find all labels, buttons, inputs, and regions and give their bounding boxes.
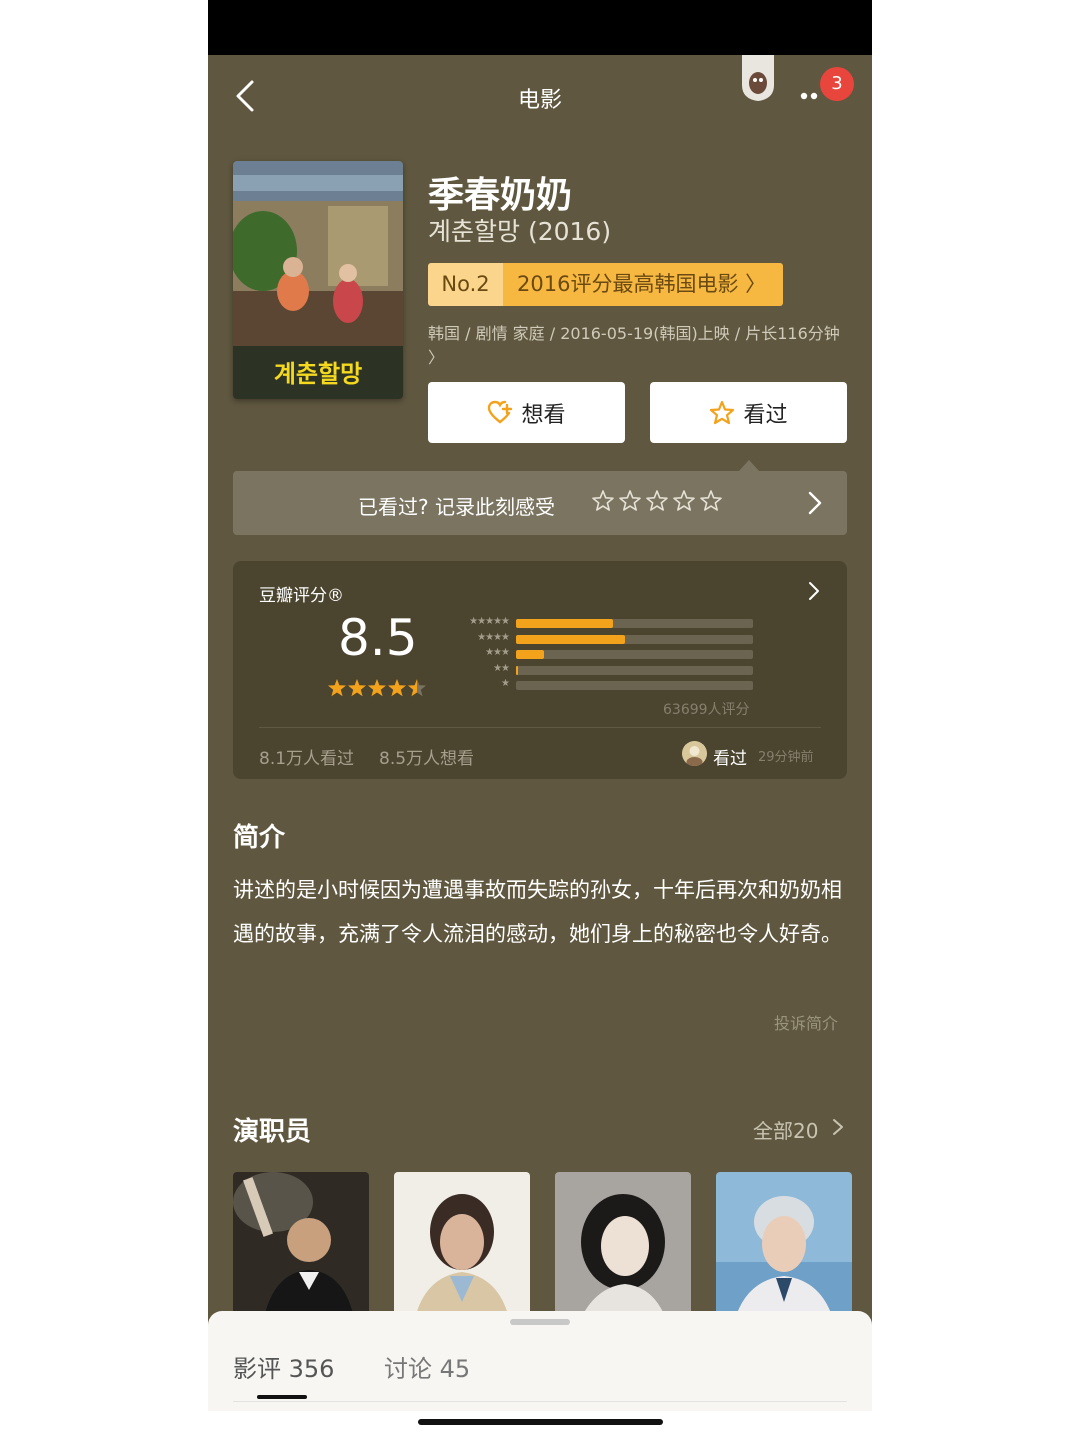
distribution-bar-track (516, 634, 753, 644)
cast-member-photo[interactable] (233, 1172, 369, 1322)
cast-member-photo[interactable] (555, 1172, 691, 1322)
want-to-watch-button[interactable]: 想看 (428, 382, 625, 443)
star-outline-icon[interactable] (591, 489, 615, 513)
distribution-bar-track (516, 650, 753, 659)
original-title: 계춘할망 (2016) (428, 217, 612, 246)
wish-count[interactable]: 8.5万人想看 (379, 744, 474, 769)
star-outline-icon[interactable] (672, 489, 696, 513)
cast-heading: 演职员 (233, 1117, 312, 1147)
distribution-bar-fill (516, 619, 614, 628)
distribution-stars-label: ★★★ (485, 647, 510, 658)
mascot-icon[interactable] (736, 55, 780, 103)
douban-rating-card[interactable]: 豆瓣评分® 8.5 ★★★★★ ★★★★ ★★★ ★★ ★ 63699人评分 8.1万人… (233, 561, 847, 779)
report-synopsis-link[interactable]: 投诉简介 (774, 1010, 838, 1034)
sheet-divider (233, 1401, 847, 1402)
notification-badge: 3 (820, 67, 854, 101)
distribution-bar-track (516, 665, 753, 675)
watched-button[interactable]: 看过 (650, 382, 847, 443)
chevron-right-icon (808, 491, 822, 515)
rank-number: No.2 (428, 263, 503, 306)
tab-reviews[interactable]: 影评 356 (233, 1349, 334, 1384)
poster-title: 계춘할망 (273, 360, 363, 388)
avatar[interactable] (682, 741, 707, 766)
star-outline-icon[interactable] (618, 489, 642, 513)
cast-all-link[interactable]: 全部20 (753, 1115, 818, 1144)
distribution-bar-fill (516, 650, 545, 659)
want-to-watch-label: 想看 (521, 402, 566, 428)
rating-star (387, 679, 407, 697)
synopsis-text: 讲述的是小时候因为遭遇事故而失踪的孙女，十年后再次和奶奶相遇的故事，充满了令人流… (233, 878, 842, 946)
record-prompt: 已看过? 记录此刻感受 (358, 495, 555, 519)
movie-meta-info[interactable]: 韩国 / 剧情 家庭 / 2016-05-19(韩国)上映 / 片长116分钟 … (428, 322, 848, 370)
rating-score: 8.5 (338, 609, 418, 667)
watched-label: 看过 (743, 402, 788, 428)
movie-title: 季春奶奶 (428, 175, 573, 216)
card-divider (259, 727, 821, 728)
rating-star (407, 679, 427, 697)
phone-screen: 电影 3 계춘할망 季春奶奶 계춘할망 (2016) No.2 2016评分最高… (208, 0, 872, 1439)
star-outline-icon (710, 400, 735, 424)
rating-count: 63699人评分 (663, 702, 750, 718)
rating-stars-display (327, 679, 427, 697)
rating-star (327, 679, 347, 697)
distribution-bar-track (516, 619, 753, 628)
rating-star (347, 679, 367, 697)
movie-poster[interactable]: 계춘할망 (233, 161, 403, 399)
cast-member-photo[interactable] (394, 1172, 530, 1322)
heart-plus-icon (488, 400, 513, 423)
rating-star (367, 679, 387, 697)
friend-activity: 看过 (713, 749, 747, 769)
rating-label: 豆瓣评分® (259, 586, 344, 606)
tab-discussions[interactable]: 讨论 45 (384, 1349, 470, 1384)
distribution-stars-label: ★★★★★ (469, 616, 510, 627)
bottom-sheet[interactable]: 影评 356 讨论 45 (208, 1311, 872, 1411)
home-indicator[interactable] (418, 1419, 663, 1425)
sheet-drag-handle[interactable] (510, 1319, 570, 1325)
distribution-bar-track (516, 681, 753, 690)
ranking-banner[interactable]: No.2 2016评分最高韩国电影 〉 (428, 263, 783, 306)
active-tab-indicator (257, 1395, 307, 1399)
rank-description: 2016评分最高韩国电影 〉 (503, 263, 783, 306)
star-outline-icon[interactable] (645, 489, 669, 513)
status-bar (208, 0, 872, 55)
chevron-right-icon[interactable] (832, 1118, 844, 1136)
star-outline-icon[interactable] (699, 489, 723, 513)
record-feeling-bar[interactable]: 已看过? 记录此刻感受 (233, 471, 847, 535)
watched-count[interactable]: 8.1万人看过 (259, 744, 354, 769)
distribution-bar-fill (516, 665, 519, 675)
chevron-right-icon (809, 582, 819, 600)
distribution-bar-fill (516, 634, 626, 644)
friend-activity-time: 29分钟前 (758, 750, 814, 765)
cast-member-photo[interactable] (716, 1172, 852, 1322)
distribution-stars-label: ★ (501, 678, 510, 689)
synopsis-heading: 简介 (233, 823, 286, 853)
rating-stars-input[interactable] (591, 489, 723, 513)
distribution-stars-label: ★★★★ (477, 631, 510, 643)
distribution-stars-label: ★★ (493, 662, 510, 674)
